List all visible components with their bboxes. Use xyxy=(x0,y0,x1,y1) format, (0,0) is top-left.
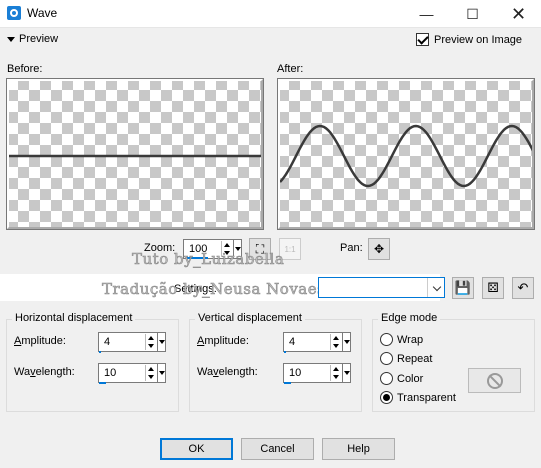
horizontal-amplitude-input[interactable]: 4 xyxy=(98,332,166,352)
vertical-wavelength-value: 10 xyxy=(289,367,302,379)
repeat-label: Repeat xyxy=(397,352,433,365)
reset-icon: ↶ xyxy=(517,280,529,295)
pan-move-icon: ✥ xyxy=(373,242,385,256)
horizontal-amplitude-slider-indicator xyxy=(99,351,101,353)
horizontal-amplitude-label: Amplitude: xyxy=(14,335,66,347)
vertical-wavelength-label: Wavelength: xyxy=(197,366,258,378)
horizontal-wavelength-value: 10 xyxy=(104,367,117,379)
edge-mode-transparent[interactable]: Transparent xyxy=(380,391,456,404)
vertical-amplitude-dropdown-icon[interactable] xyxy=(342,332,351,352)
transparent-radio[interactable] xyxy=(380,391,393,404)
vertical-amplitude-value: 4 xyxy=(289,336,296,348)
horizontal-wavelength-slider-indicator xyxy=(99,382,106,384)
edge-mode-repeat[interactable]: Repeat xyxy=(380,352,432,365)
preview-on-image-checkbox[interactable] xyxy=(416,33,429,46)
collapse-triangle-icon xyxy=(7,36,15,42)
save-preset-icon: 💾 xyxy=(454,280,472,295)
after-label: After: xyxy=(277,63,304,75)
vertical-wavelength-dropdown-icon[interactable] xyxy=(342,363,351,383)
vertical-amplitude-slider-indicator xyxy=(284,351,286,353)
settings-dropdown[interactable] xyxy=(318,277,445,298)
maximize-button[interactable]: ☐ xyxy=(450,0,495,28)
save-preset-button[interactable]: 💾 xyxy=(452,277,474,299)
reset-button[interactable]: ↶ xyxy=(512,277,534,299)
wrap-label: Wrap xyxy=(397,333,424,346)
pan-label: Pan: xyxy=(340,242,363,254)
vertical-amplitude-spin-icon[interactable] xyxy=(330,334,341,350)
preview-toggle-label: Preview xyxy=(19,33,59,45)
horizontal-wavelength-spin-icon[interactable] xyxy=(145,365,156,381)
preview-on-image-option[interactable]: Preview on Image xyxy=(416,33,522,46)
window-title: Wave xyxy=(27,6,58,20)
watermark-line-1: Tuto by_Luizabella xyxy=(132,250,285,269)
horizontal-wavelength-dropdown-icon[interactable] xyxy=(157,363,166,383)
minimize-button[interactable]: — xyxy=(404,0,449,28)
horizontal-amplitude-value: 4 xyxy=(104,336,111,348)
vertical-wavelength-slider-indicator xyxy=(284,382,291,384)
horizontal-wavelength-label: Wavelength: xyxy=(14,366,75,378)
vertical-amplitude-input[interactable]: 4 xyxy=(283,332,351,352)
horizontal-wavelength-input[interactable]: 10 xyxy=(98,363,166,383)
horizontal-amplitude-dropdown-icon[interactable] xyxy=(157,332,166,352)
transparent-label: Transparent xyxy=(397,391,456,404)
title-bar: Wave — ☐ ✕ xyxy=(0,0,541,28)
edge-mode-color[interactable]: Color xyxy=(380,372,423,385)
vertical-wavelength-spin-icon[interactable] xyxy=(330,365,341,381)
cancel-button[interactable]: Cancel xyxy=(241,438,314,460)
vertical-amplitude-label: Amplitude: xyxy=(197,335,249,347)
help-button[interactable]: Help xyxy=(322,438,395,460)
watermark-line-2: Tradução by_Neusa Novaes xyxy=(102,280,326,299)
zoom-actual-size-icon: 1:1 xyxy=(284,244,296,254)
randomize-dice-icon: ⚄ xyxy=(487,280,499,295)
no-color-icon xyxy=(487,373,503,389)
wave-app-icon xyxy=(7,6,21,20)
close-button[interactable]: ✕ xyxy=(496,0,541,28)
after-preview[interactable] xyxy=(277,78,535,230)
vertical-wavelength-input[interactable]: 10 xyxy=(283,363,351,383)
pan-button[interactable]: ✥ xyxy=(368,238,390,260)
ok-button[interactable]: OK xyxy=(160,438,233,460)
preview-toggle[interactable]: Preview xyxy=(7,33,58,45)
wrap-radio[interactable] xyxy=(380,333,393,346)
edge-mode-title: Edge mode xyxy=(378,312,441,324)
after-preview-image xyxy=(279,124,534,188)
horizontal-amplitude-spin-icon[interactable] xyxy=(145,334,156,350)
edge-mode-wrap[interactable]: Wrap xyxy=(380,333,423,346)
before-preview-image xyxy=(9,154,263,158)
settings-dropdown-separator xyxy=(427,278,428,297)
edge-color-swatch[interactable] xyxy=(468,368,521,393)
preview-on-image-label: Preview on Image xyxy=(434,33,523,46)
horizontal-displacement-title: Horizontal displacement xyxy=(12,312,136,324)
color-label: Color xyxy=(397,372,424,385)
before-label: Before: xyxy=(7,63,43,75)
before-preview[interactable] xyxy=(6,78,264,230)
randomize-button[interactable]: ⚄ xyxy=(482,277,504,299)
color-radio[interactable] xyxy=(380,372,393,385)
repeat-radio[interactable] xyxy=(380,352,393,365)
vertical-displacement-title: Vertical displacement xyxy=(195,312,305,324)
